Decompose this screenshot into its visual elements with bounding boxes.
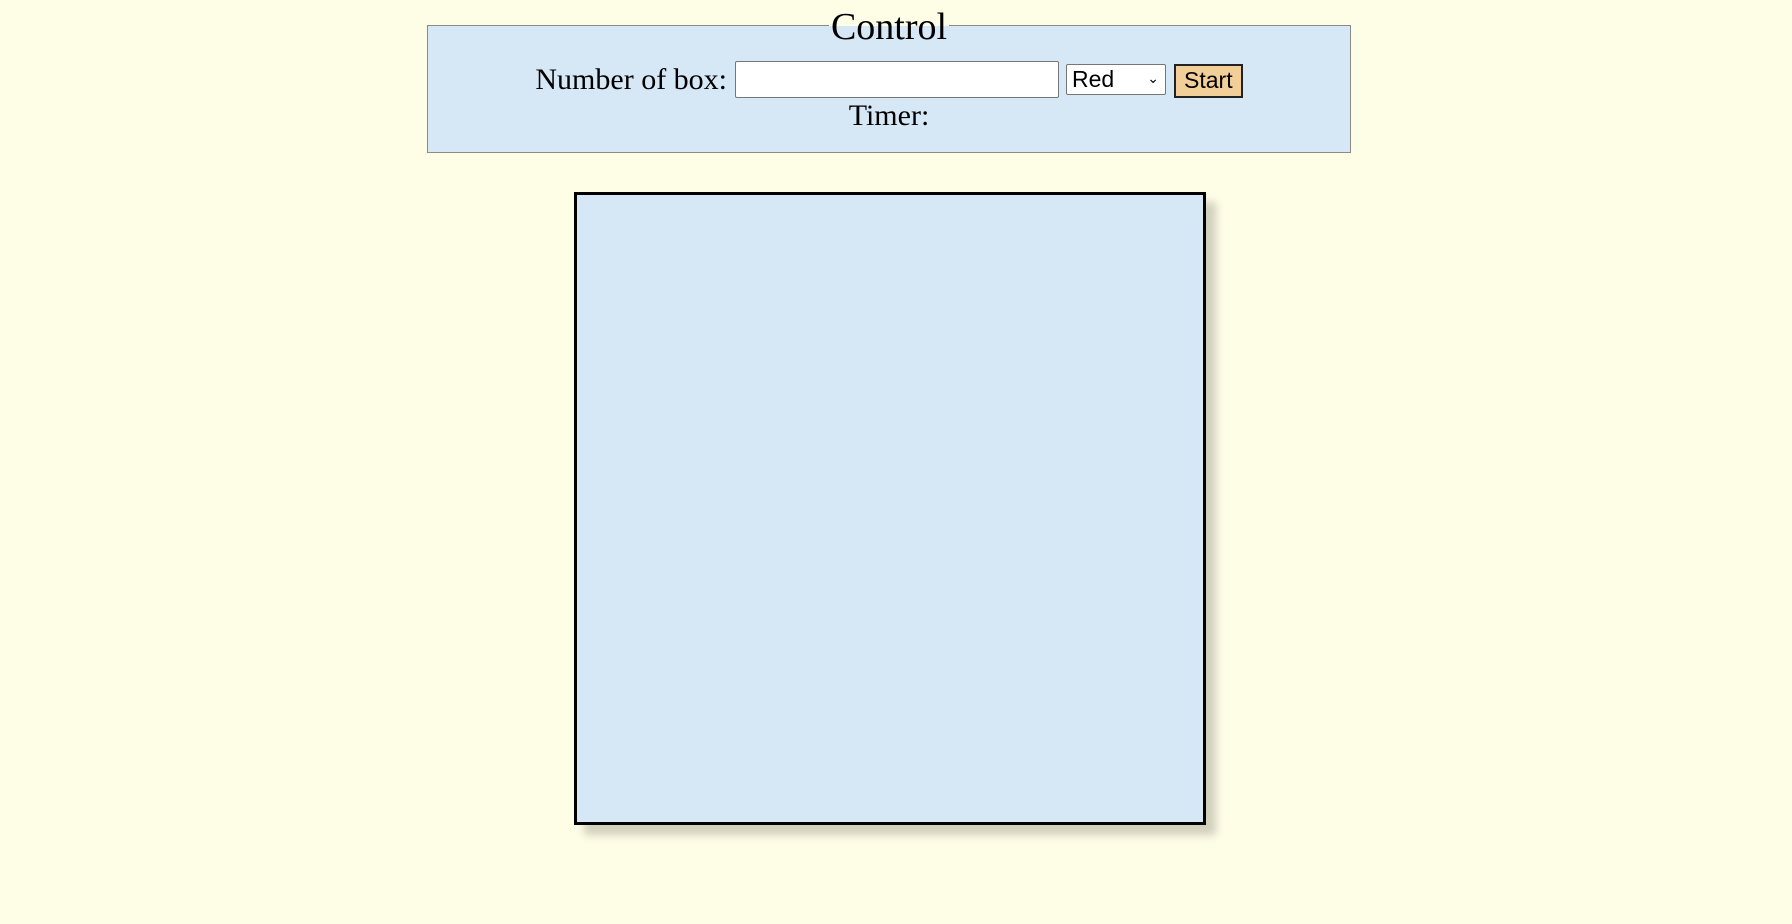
control-legend: Control bbox=[828, 6, 950, 48]
number-of-box-label: Number of box: bbox=[535, 62, 728, 96]
color-select-value: Red bbox=[1072, 66, 1115, 92]
game-board[interactable] bbox=[574, 192, 1206, 825]
control-fieldset: Control Number of box: Red ⌄ Start Timer… bbox=[427, 6, 1351, 153]
control-row: Number of box: Red ⌄ Start bbox=[428, 61, 1350, 98]
chevron-down-icon: ⌄ bbox=[1147, 70, 1160, 86]
start-button[interactable]: Start bbox=[1174, 63, 1243, 98]
timer-row: Timer: bbox=[428, 99, 1350, 133]
number-of-box-input[interactable] bbox=[735, 61, 1060, 98]
color-select[interactable]: Red ⌄ bbox=[1066, 64, 1167, 95]
timer-label: Timer: bbox=[848, 99, 930, 132]
